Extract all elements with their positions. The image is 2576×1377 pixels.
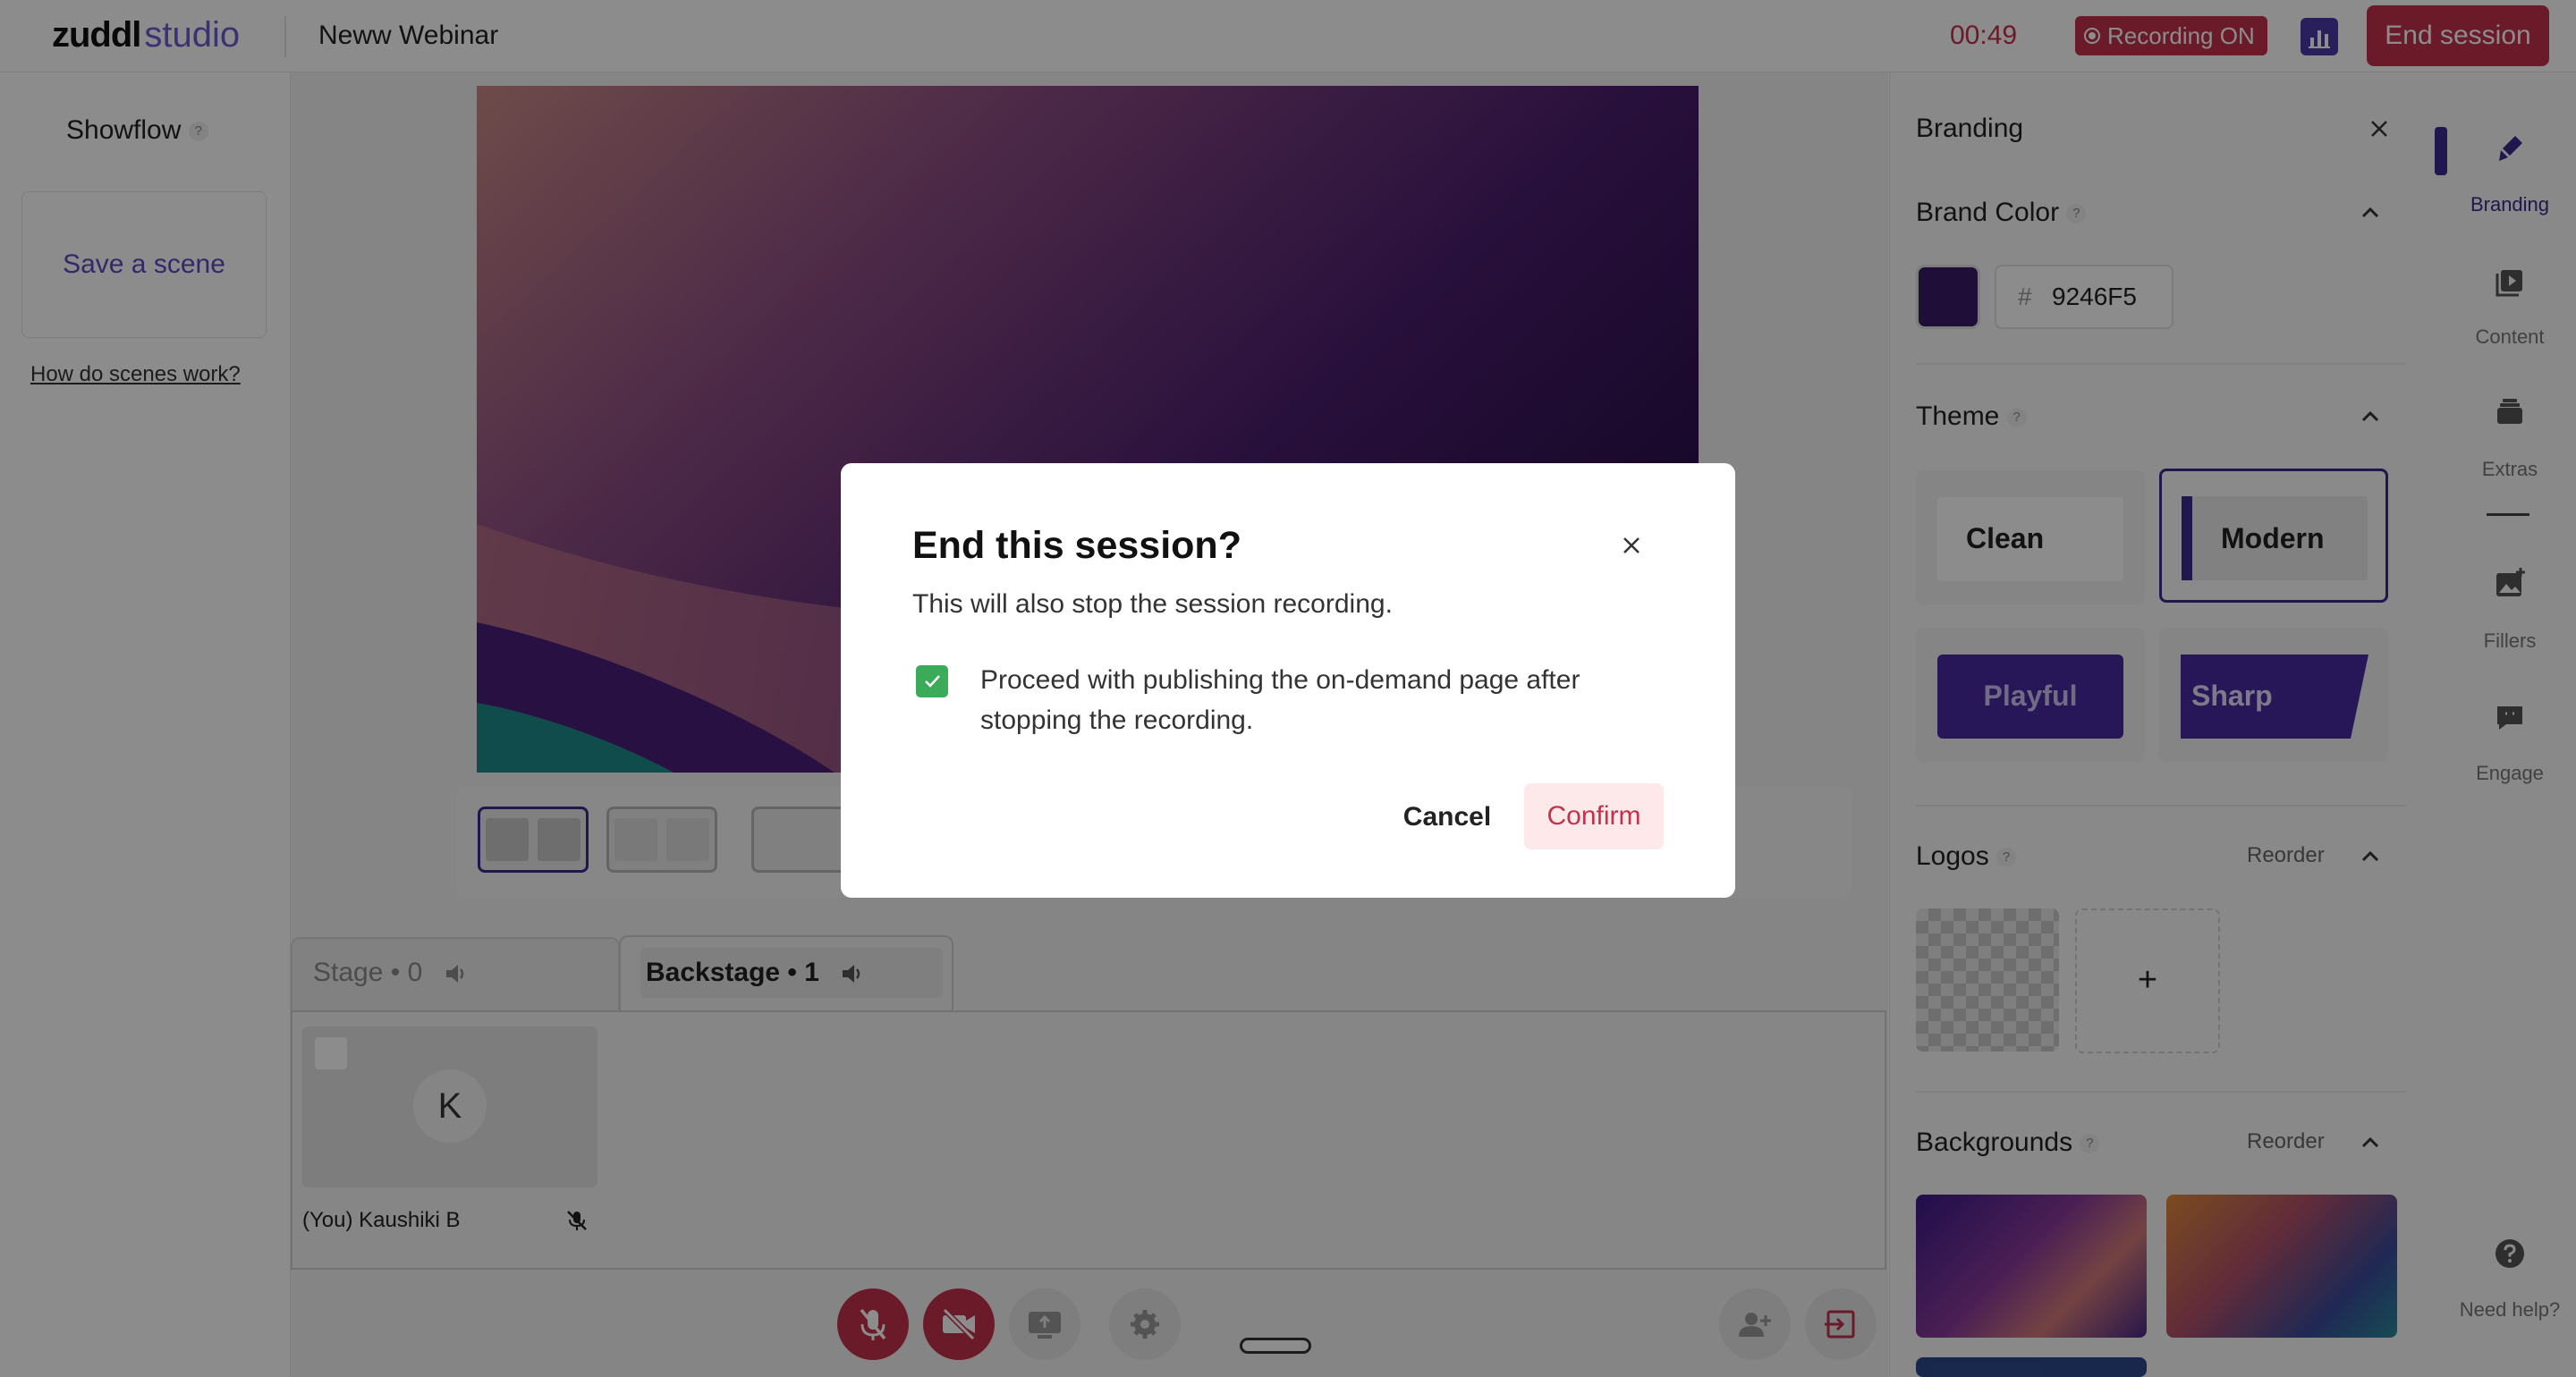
close-icon [1623,537,1640,553]
checkmark-icon [925,675,940,688]
dialog-message: This will also stop the session recordin… [912,589,1393,619]
publish-checkbox-label[interactable]: Proceed with publishing the on-demand pa… [980,660,1660,740]
dialog-title: End this session? [912,524,1241,567]
dialog-close-button[interactable] [1614,528,1649,563]
confirm-button[interactable]: Confirm [1524,783,1664,849]
cancel-button[interactable]: Cancel [1395,785,1499,849]
publish-checkbox[interactable] [916,665,948,697]
